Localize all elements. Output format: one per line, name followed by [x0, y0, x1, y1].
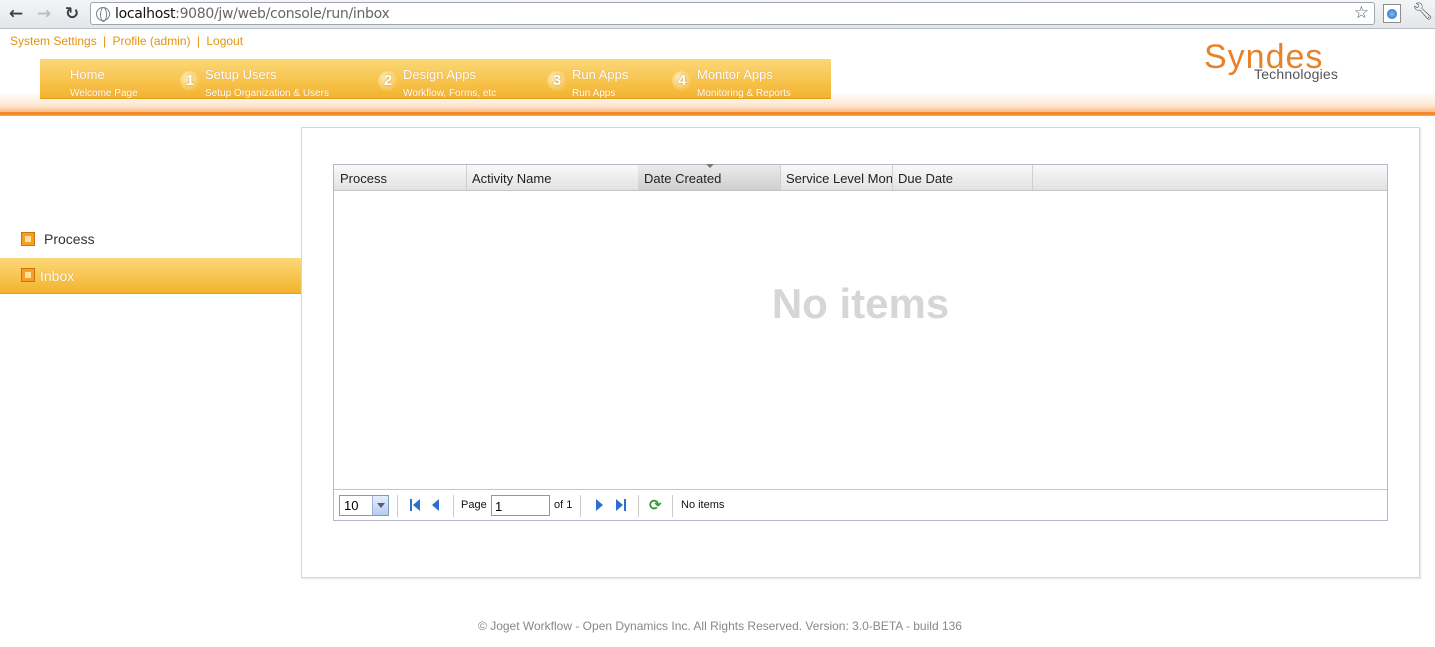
globe-icon	[96, 7, 110, 22]
menu-subtitle: Workflow, Forms, etc	[403, 88, 497, 99]
step-number-badge: 4	[672, 71, 692, 91]
pager-separator	[580, 495, 581, 517]
company-logo: Syndes Technologies	[1204, 40, 1364, 86]
bookmark-star-icon[interactable]: ☆	[1354, 3, 1369, 23]
back-arrow-icon[interactable]: ←	[5, 3, 27, 25]
sidebar-item-label: Inbox	[40, 268, 75, 284]
grid-pager: 10 Page 1 of 1 ⟳ No items	[334, 489, 1387, 520]
column-header-activity-name[interactable]: Activity Name	[466, 165, 639, 190]
next-page-icon[interactable]	[596, 498, 608, 512]
step-number-badge: 2	[378, 71, 398, 91]
page-number-input[interactable]: 1	[491, 495, 550, 516]
last-page-icon[interactable]	[616, 498, 628, 512]
empty-message: No items	[771, 280, 950, 327]
menu-title: Home	[70, 67, 105, 82]
browser-toolbar: ← → ↻ localhost:9080/jw/web/console/run/…	[0, 0, 1435, 29]
page-size-select[interactable]: 10	[339, 495, 389, 516]
header-divider	[0, 112, 1435, 115]
menu-title: Design Apps	[403, 67, 476, 82]
first-page-icon[interactable]	[410, 498, 422, 512]
link-separator: |	[196, 34, 201, 48]
logo-subtitle: Technologies	[1254, 66, 1339, 82]
sidebar-item-process[interactable]: Process	[0, 221, 303, 257]
profile-link[interactable]: Profile (admin)	[113, 34, 191, 48]
page-footer: © Joget Workflow - Open Dynamics Inc. Al…	[478, 619, 962, 633]
menu-subtitle: Setup Organization & Users	[205, 88, 329, 99]
chevron-down-icon[interactable]	[372, 496, 388, 515]
system-settings-link[interactable]: System Settings	[10, 34, 97, 48]
column-header-due-date[interactable]: Due Date	[892, 165, 1033, 190]
menu-subtitle: Run Apps	[572, 88, 616, 99]
sidebar-item-label: Process	[44, 231, 95, 247]
previous-page-icon[interactable]	[432, 498, 444, 512]
step-number-badge: 3	[547, 71, 567, 91]
square-bullet-icon	[21, 268, 35, 282]
pager-separator	[638, 495, 639, 517]
column-header-service-level[interactable]: Service Level Mon	[780, 165, 893, 190]
pager-separator	[397, 495, 398, 517]
pager-separator	[453, 495, 454, 517]
top-links: System Settings | Profile (admin) | Logo…	[10, 34, 243, 48]
menu-subtitle: Monitoring & Reports	[697, 88, 791, 99]
sidebar-item-inbox[interactable]: Inbox	[0, 258, 303, 294]
reload-icon[interactable]: ↻	[61, 3, 83, 25]
step-number-badge: 1	[180, 71, 200, 91]
forward-arrow-icon[interactable]: →	[33, 3, 55, 25]
grid-header: Process Activity Name Date Created Servi…	[334, 164, 1387, 191]
link-separator: |	[103, 34, 107, 48]
sort-descending-icon	[706, 164, 714, 168]
column-header-date-created[interactable]: Date Created	[638, 165, 781, 190]
page-label: Page	[461, 499, 487, 511]
page-size-value: 10	[344, 498, 359, 513]
menu-title: Monitor Apps	[697, 67, 773, 82]
refresh-icon[interactable]: ⟳	[649, 496, 662, 514]
pager-separator	[672, 495, 673, 517]
column-header-process[interactable]: Process	[334, 165, 467, 190]
address-bar[interactable]: localhost:9080/jw/web/console/run/inbox …	[90, 2, 1375, 25]
pager-status: No items	[681, 499, 725, 511]
page-count-label: of 1	[554, 499, 573, 511]
wrench-icon[interactable]: 🔧︎	[1412, 2, 1434, 22]
page-extension-icon[interactable]	[1383, 4, 1401, 23]
square-bullet-icon	[21, 232, 35, 246]
logout-link[interactable]: Logout	[206, 34, 243, 48]
menu-title: Setup Users	[205, 67, 277, 82]
menu-subtitle: Welcome Page	[70, 88, 138, 99]
menu-title: Run Apps	[572, 67, 629, 82]
url-text: localhost:9080/jw/web/console/run/inbox	[115, 6, 390, 22]
inbox-grid: Process Activity Name Date Created Servi…	[333, 164, 1388, 521]
main-menu: Home Welcome Page 1 Setup Users Setup Or…	[40, 59, 831, 99]
